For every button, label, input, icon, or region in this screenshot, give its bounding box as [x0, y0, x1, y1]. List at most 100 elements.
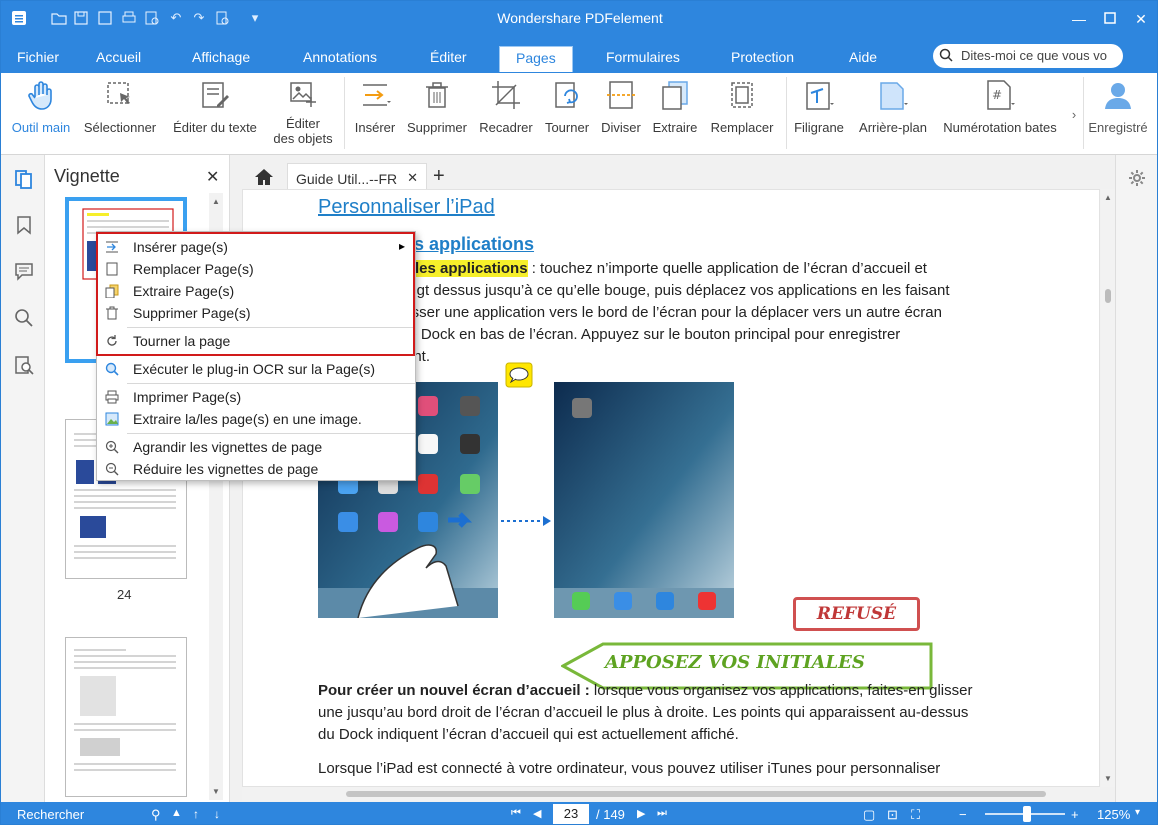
fit-width-icon[interactable]: ⛶: [911, 807, 920, 823]
search-down-icon[interactable]: ↓: [214, 807, 220, 821]
menu-item-enlarge-thumbnails[interactable]: Agrandir les vignettes de page: [97, 436, 415, 458]
menu-item-extract-image[interactable]: Extraire la/les page(s) en une image.: [97, 408, 415, 430]
menu-item-extract-pages[interactable]: Extraire Page(s): [97, 280, 415, 302]
tab-annotations[interactable]: Annotations: [303, 49, 377, 65]
menu-item-reduce-thumbnails[interactable]: Réduire les vignettes de page: [97, 458, 415, 480]
edit-objects-button[interactable]: Éditer des objets: [269, 79, 337, 146]
tab-pages[interactable]: Pages: [499, 46, 573, 72]
search-label[interactable]: Rechercher: [17, 807, 84, 822]
replace-label: Remplacer: [710, 120, 774, 135]
right-sidebar: [1115, 155, 1157, 802]
menu-item-rotate-page[interactable]: Tourner la page: [97, 330, 415, 352]
tab-aide[interactable]: Aide: [849, 49, 877, 65]
last-page-icon[interactable]: ⏭: [657, 807, 667, 820]
delete-button[interactable]: Supprimer: [405, 79, 469, 135]
tab-affichage[interactable]: Affichage: [192, 49, 250, 65]
menu-item-delete-pages[interactable]: Supprimer Page(s): [97, 302, 415, 324]
search-prev-icon[interactable]: ▲: [171, 807, 182, 819]
select-label: Sélectionner: [83, 120, 157, 135]
tab-editer[interactable]: Éditer: [430, 49, 467, 65]
prev-page-icon[interactable]: ◀: [533, 807, 541, 820]
find-in-page-icon[interactable]: [14, 355, 34, 375]
insert-button[interactable]: Insérer: [351, 79, 399, 135]
stamp-refused[interactable]: REFUSÉ: [793, 597, 920, 631]
close-panel-icon[interactable]: ✕: [206, 167, 219, 187]
zoom-in-icon: [105, 440, 119, 454]
tab-protection[interactable]: Protection: [731, 49, 794, 65]
tell-me-search[interactable]: Dites-moi ce que vous vo: [933, 44, 1123, 68]
search-input[interactable]: Dites-moi ce que vous vo: [961, 48, 1119, 63]
menu-item-insert-pages[interactable]: Insérer page(s) ▸: [97, 236, 415, 258]
watermark-button[interactable]: Filigrane: [791, 79, 847, 135]
doc-line: Lorsque l’iPad est connecté à votre ordi…: [318, 760, 941, 777]
minimize-icon[interactable]: —: [1069, 9, 1089, 29]
account-button[interactable]: Enregistré: [1085, 79, 1151, 135]
tab-accueil[interactable]: Accueil: [96, 49, 141, 65]
zoom-out-icon: [105, 462, 119, 476]
ribbon-more-arrow[interactable]: ›: [1069, 107, 1079, 122]
hand-tool-button[interactable]: Outil main: [9, 79, 73, 135]
gear-icon[interactable]: [1128, 169, 1146, 187]
close-tab-icon[interactable]: ✕: [407, 170, 418, 186]
scroll-thumb[interactable]: [1105, 289, 1111, 303]
extract-label: Extraire: [652, 120, 698, 135]
delete-label: Supprimer: [407, 120, 467, 135]
next-page-icon[interactable]: ▶: [637, 807, 645, 820]
zoom-out-icon[interactable]: −: [959, 807, 967, 822]
menu-item-replace-pages[interactable]: Remplacer Page(s): [97, 258, 415, 280]
zoom-slider-thumb[interactable]: [1023, 806, 1031, 822]
comment-icon[interactable]: [14, 261, 34, 281]
doc-line: du Dock indiquent l’écran d’accueil qui …: [318, 726, 739, 743]
split-button[interactable]: Diviser: [598, 79, 644, 135]
current-page-input[interactable]: 23: [553, 804, 589, 824]
bates-numbering-button[interactable]: # Numérotation bates: [937, 79, 1063, 135]
search-icon[interactable]: [14, 308, 34, 328]
thumbnails-icon[interactable]: [14, 169, 34, 189]
menu-item-label: Réduire les vignettes de page: [133, 461, 319, 477]
document-horizontal-scrollbar[interactable]: [242, 787, 1100, 801]
scroll-up-icon[interactable]: ▲: [1104, 193, 1112, 202]
search-icon[interactable]: ⚲: [151, 807, 161, 823]
select-button[interactable]: Sélectionner: [81, 79, 159, 135]
edit-objects-label2: des objets: [273, 131, 333, 146]
menu-item-label: Extraire Page(s): [133, 283, 235, 299]
extract-button[interactable]: Extraire: [649, 79, 701, 135]
ipad-new-screen-image: [554, 382, 734, 618]
menu-separator: [127, 355, 415, 356]
comment-note-icon[interactable]: [505, 362, 533, 388]
zoom-level[interactable]: 125%: [1097, 807, 1130, 822]
menu-item-print-pages[interactable]: Imprimer Page(s): [97, 386, 415, 408]
scroll-down-icon[interactable]: ▼: [212, 787, 220, 796]
image-extract-icon: [105, 412, 119, 426]
replace-button[interactable]: Remplacer: [707, 79, 777, 135]
background-button[interactable]: Arrière-plan: [853, 79, 933, 135]
crop-button[interactable]: Recadrer: [477, 79, 535, 135]
scroll-up-icon[interactable]: ▲: [212, 197, 220, 206]
menu-item-ocr[interactable]: Exécuter le plug-in OCR sur la Page(s): [97, 358, 415, 380]
first-page-icon[interactable]: ⏮: [511, 807, 521, 820]
rotate-button[interactable]: Tourner: [542, 79, 592, 135]
new-tab-icon[interactable]: +: [433, 165, 445, 188]
home-icon[interactable]: [254, 168, 274, 186]
page-thumbnail[interactable]: [65, 637, 187, 797]
menu-separator: [127, 433, 415, 434]
search-up-icon[interactable]: ↑: [193, 807, 199, 821]
maximize-icon[interactable]: [1100, 9, 1120, 29]
document-vertical-scrollbar[interactable]: ▲ ▼: [1101, 189, 1115, 787]
zoom-in-icon[interactable]: +: [1071, 807, 1079, 822]
bates-icon: #: [987, 80, 1015, 110]
doc-subheading: os applications: [403, 234, 535, 254]
edit-text-button[interactable]: Éditer du texte: [167, 79, 263, 135]
close-icon[interactable]: ✕: [1131, 9, 1151, 29]
ribbon-separator: [786, 77, 787, 149]
zoom-dropdown-icon[interactable]: ▾: [1135, 807, 1140, 818]
bookmark-icon[interactable]: [14, 215, 34, 235]
document-tab[interactable]: Guide Util...--FR ✕: [287, 163, 427, 191]
ribbon-separator: [344, 77, 345, 149]
scroll-down-icon[interactable]: ▼: [1104, 774, 1112, 783]
fit-page-icon[interactable]: ⊡: [887, 807, 898, 823]
single-page-view-icon[interactable]: ▢: [863, 807, 875, 823]
tab-formulaires[interactable]: Formulaires: [606, 49, 680, 65]
tab-fichier[interactable]: Fichier: [17, 49, 59, 65]
h-scroll-thumb[interactable]: [346, 791, 1046, 797]
